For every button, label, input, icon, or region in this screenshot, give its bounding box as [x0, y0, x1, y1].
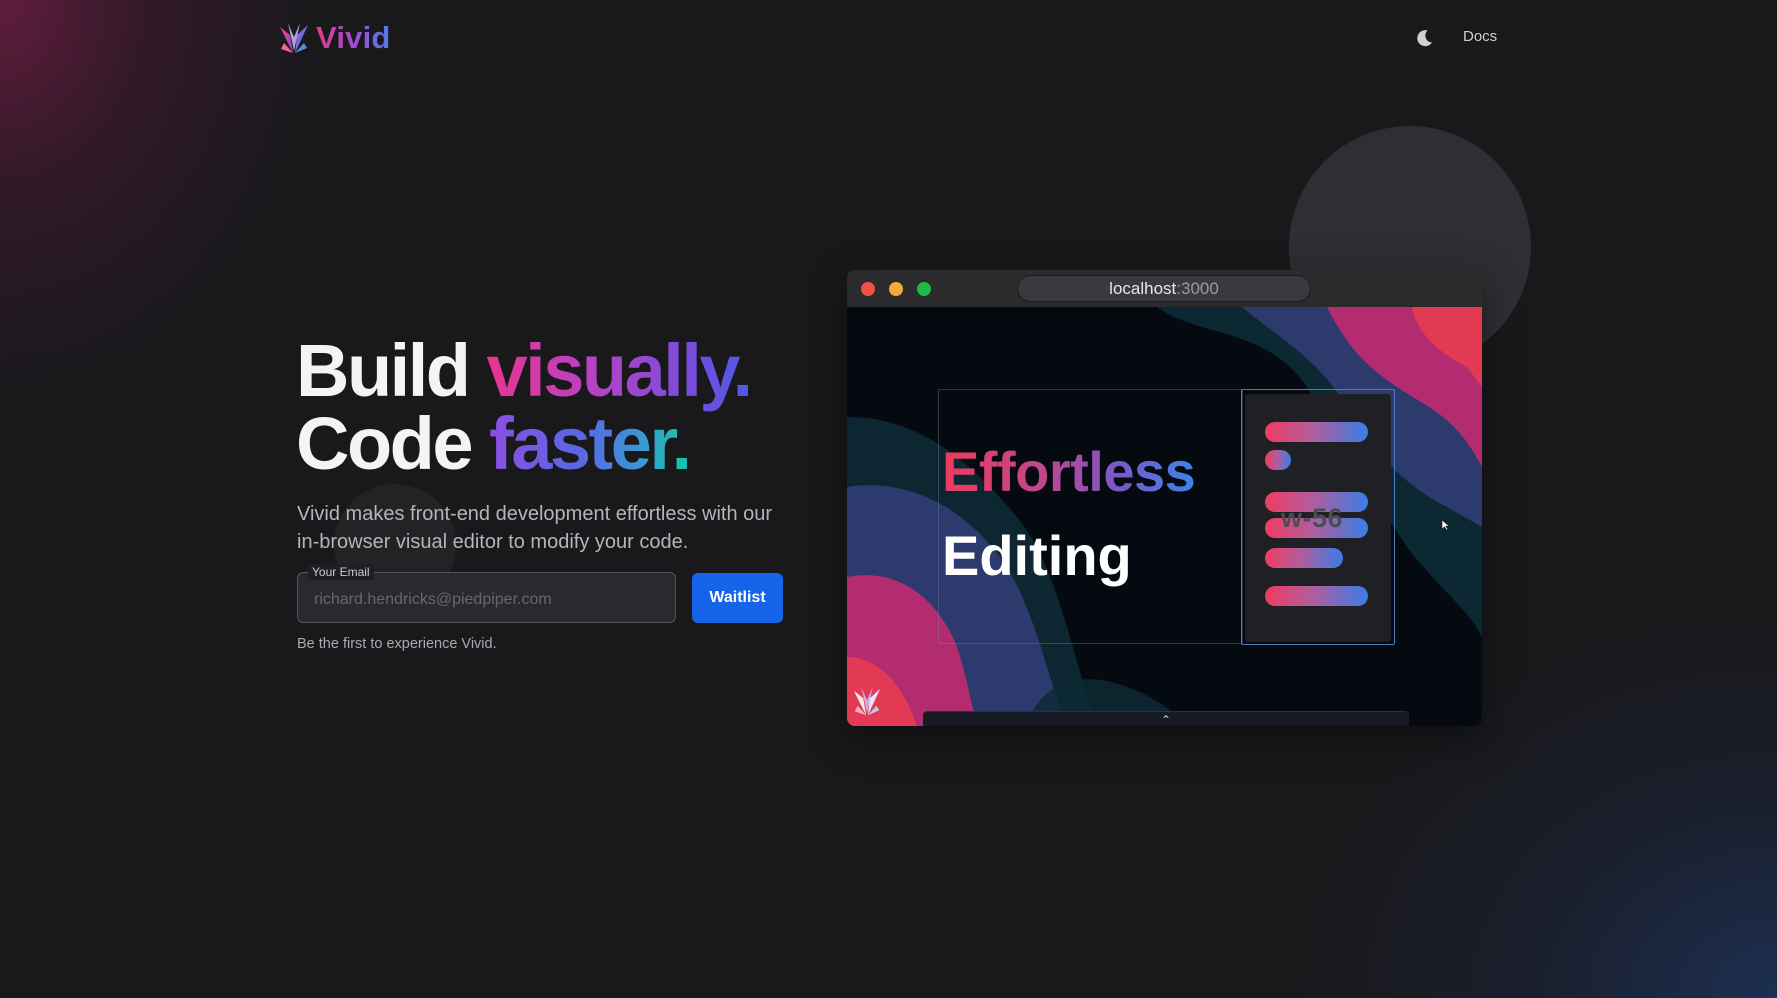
preview-pill — [1265, 548, 1343, 568]
brand-logo-link[interactable]: Vivid — [278, 20, 391, 56]
browser-titlebar: localhost:3000 — [847, 270, 1482, 307]
preview-headline-effortless: Effortless — [942, 440, 1196, 503]
brand-name: Vivid — [316, 20, 391, 55]
headline-build: Build — [296, 329, 487, 412]
url-host: localhost — [1109, 279, 1177, 298]
headline-line-2: Code faster. — [296, 407, 751, 481]
headline-faster: faster. — [489, 402, 692, 485]
hero-headline: Build visually. Code faster. — [296, 334, 753, 481]
selection-box — [938, 389, 1243, 644]
browser-url-bar: localhost:3000 — [1017, 275, 1311, 302]
browser-viewport: Effortless Editing w-56 ⌃ — [847, 307, 1482, 726]
email-field-wrapper: Your Email — [297, 564, 676, 623]
window-close-dot — [861, 282, 875, 296]
landing-page: Vivid Docs Build visually. Code faster. … — [0, 0, 1777, 998]
preview-pill — [1265, 450, 1291, 470]
vivid-corner-logo-icon[interactable] — [852, 685, 882, 717]
moon-icon[interactable] — [1413, 27, 1435, 49]
tailwind-class-label: w-56 — [1281, 503, 1344, 533]
headline-visually: visually. — [486, 329, 754, 412]
mouse-cursor-icon — [1441, 519, 1450, 531]
docs-link[interactable]: Docs — [1463, 28, 1497, 45]
email-field-label: Your Email — [308, 564, 374, 580]
preview-headline-editing: Editing — [942, 524, 1132, 587]
headline-code: Code — [296, 402, 490, 485]
window-minimize-dot — [889, 282, 903, 296]
hero-subtitle: Vivid makes front-end development effort… — [297, 503, 773, 553]
browser-mockup: localhost:3000 Effortless Editing w-56 ⌃ — [847, 270, 1482, 726]
hero-tagline: Be the first to experience Vivid. — [297, 636, 497, 652]
window-maximize-dot — [917, 282, 931, 296]
headline-line-1: Build visually. — [296, 334, 753, 408]
email-field[interactable] — [298, 573, 675, 622]
url-port: :3000 — [1176, 279, 1219, 298]
waitlist-button[interactable]: Waitlist — [692, 573, 783, 623]
preview-pill — [1265, 586, 1368, 606]
editor-drawer-toggle[interactable]: ⌃ — [923, 711, 1409, 726]
vivid-logo-icon — [280, 23, 308, 53]
chevron-up-icon: ⌃ — [1160, 713, 1172, 726]
preview-pill — [1265, 422, 1368, 442]
